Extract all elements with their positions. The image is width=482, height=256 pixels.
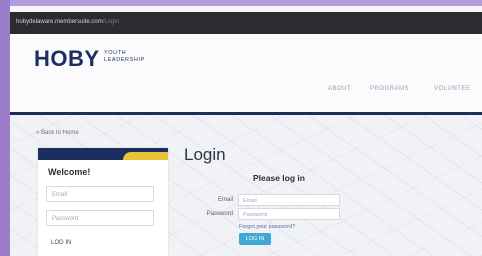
sidebar-login-button[interactable]: LOG IN: [46, 235, 154, 251]
login-subtitle: Please log in: [253, 173, 305, 183]
email-label: Email: [217, 197, 233, 203]
password-field[interactable]: Password: [238, 208, 340, 220]
window-frame-left: [0, 0, 10, 256]
page-title: Login: [184, 145, 226, 164]
email-field[interactable]: Email: [238, 194, 340, 206]
back-to-home-link[interactable]: « Back to Home: [36, 130, 79, 136]
nav-volunteer[interactable]: VOLUNTEE: [434, 86, 470, 92]
url-host: hobydelaware.membersuite.com: [16, 19, 103, 25]
logo-subtitle-line1: YOUTH: [104, 50, 127, 56]
url-path: /Login: [102, 19, 120, 25]
login-button[interactable]: LOG IN: [239, 233, 271, 245]
nav-about[interactable]: ABOUT: [328, 86, 351, 92]
nav-programs[interactable]: PROGRAMS: [370, 86, 409, 92]
logo-subtitle-line2: LEADERSHIP: [104, 57, 145, 63]
address-bar[interactable]: hobydelaware.membersuite.com/Login: [10, 12, 482, 34]
logo-text: HOBY: [34, 46, 100, 71]
main-content: « Back to Home Welcome! Email Password L…: [10, 115, 482, 256]
logo-subtitle: YOUTH LEADERSHIP: [104, 50, 145, 64]
welcome-card: Welcome! Email Password LOG IN: [38, 148, 168, 256]
sidebar-email-input[interactable]: Email: [46, 186, 154, 202]
sidebar-password-input[interactable]: Password: [46, 210, 154, 226]
forgot-password-link[interactable]: Forgot your password?: [239, 224, 295, 230]
welcome-heading: Welcome!: [48, 167, 91, 177]
card-accent-stripe: [123, 152, 168, 160]
url-text[interactable]: hobydelaware.membersuite.com/Login: [16, 19, 119, 25]
browser-page: hobydelaware.membersuite.com/Login HOBY …: [10, 6, 482, 256]
password-label: Password: [206, 211, 233, 217]
